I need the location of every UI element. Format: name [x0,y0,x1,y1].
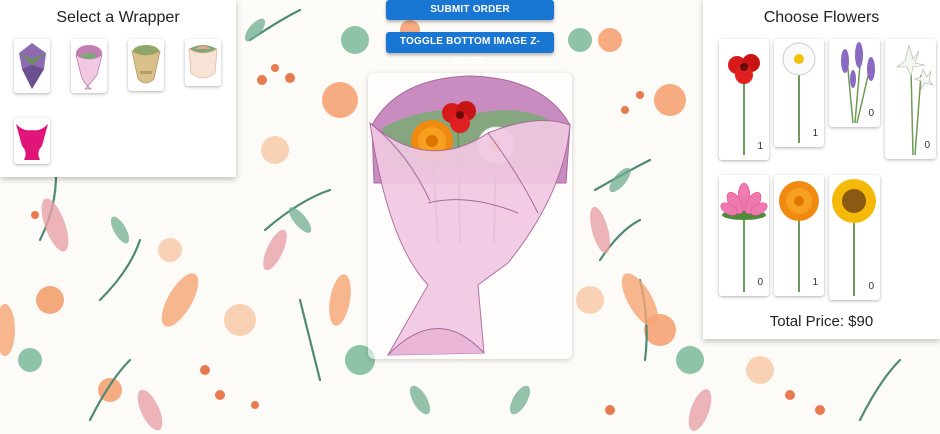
flower-count: 1 [812,277,818,288]
total-price: Total Price: $90 [769,313,874,330]
wrapper-option-purple[interactable] [14,39,50,93]
flower-count: 0 [757,277,763,288]
magenta-wrapper-icon [16,124,48,160]
flower-count: 0 [868,281,874,292]
wrapper-option-kraft[interactable] [128,39,164,91]
wrapper-option-magenta[interactable] [14,118,50,164]
bouquet-illustration [369,75,571,356]
flower-count: 0 [924,140,930,151]
wrapper-option-pink[interactable] [71,39,107,93]
cream-wrapper-icon [188,45,218,79]
toggle-z-index-button[interactable]: TOGGLE BOTTOM IMAGE Z-INDEX [386,32,554,67]
bouquet-preview [368,73,572,359]
flower-card-sunflower[interactable]: 0 [829,175,880,300]
flower-panel: Choose Flowers 1 1 0 0 0 1 0 Total Price… [703,0,940,339]
submit-order-button[interactable]: SUBMIT ORDER [386,0,554,20]
flower-card-lavender[interactable]: 0 [829,39,880,127]
wrapper-panel-title: Select a Wrapper [56,9,180,26]
flower-card-lily[interactable]: 0 [885,39,936,159]
wrapper-panel: Select a Wrapper [0,0,236,177]
wrapper-option-cream[interactable] [185,39,221,86]
pink-wrapper-icon [75,45,103,90]
flower-count: 0 [868,108,874,119]
kraft-wrapper-icon [131,45,161,84]
wrapper-front [369,120,571,356]
purple-wrapper-icon [19,43,46,89]
flower-card-water-lily[interactable]: 0 [719,175,769,296]
flower-count: 1 [812,128,818,139]
flower-count: 1 [757,141,763,152]
flower-panel-title: Choose Flowers [763,9,880,26]
flower-card-daisy[interactable]: 1 [774,39,824,147]
flower-card-marigold[interactable]: 1 [774,175,824,296]
flower-card-amaryllis[interactable]: 1 [719,39,769,160]
